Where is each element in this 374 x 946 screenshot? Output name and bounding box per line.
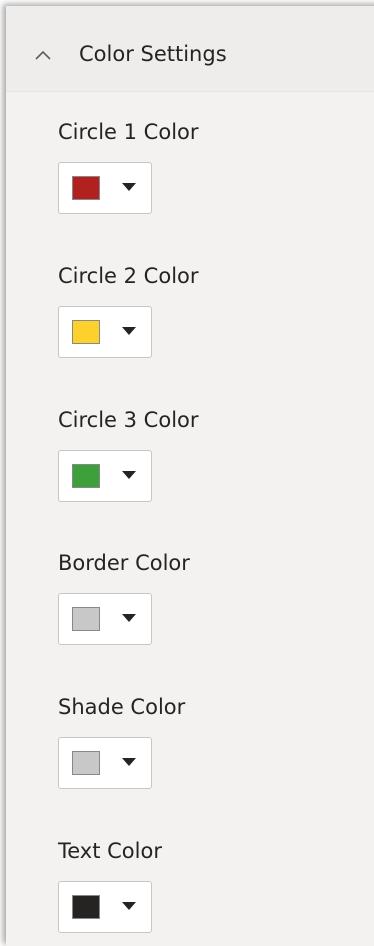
caret-down-icon — [122, 614, 136, 622]
format-pane: Color Settings Circle 1 Color Circle 2 C… — [6, 6, 374, 946]
setting-text-color: Text Color — [58, 837, 162, 933]
border-color-picker[interactable] — [58, 593, 152, 645]
color-swatch — [72, 751, 100, 775]
setting-circle-1-color: Circle 1 Color — [58, 118, 199, 214]
caret-down-icon — [122, 183, 136, 191]
caret-down-icon — [122, 327, 136, 335]
setting-label: Text Color — [58, 839, 162, 863]
circle-1-color-picker[interactable] — [58, 162, 152, 214]
section-title: Color Settings — [79, 42, 227, 66]
circle-2-color-picker[interactable] — [58, 306, 152, 358]
color-swatch — [72, 607, 100, 631]
setting-label: Circle 2 Color — [58, 264, 199, 288]
setting-label: Border Color — [58, 551, 190, 575]
color-swatch — [72, 176, 100, 200]
caret-down-icon — [122, 758, 136, 766]
setting-circle-2-color: Circle 2 Color — [58, 262, 199, 358]
setting-circle-3-color: Circle 3 Color — [58, 406, 199, 502]
setting-label: Circle 3 Color — [58, 408, 199, 432]
shade-color-picker[interactable] — [58, 737, 152, 789]
color-swatch — [72, 320, 100, 344]
chevron-up-icon — [35, 50, 51, 60]
setting-border-color: Border Color — [58, 549, 190, 645]
color-settings-header[interactable]: Color Settings — [6, 6, 374, 92]
caret-down-icon — [122, 902, 136, 910]
color-swatch — [72, 464, 100, 488]
text-color-picker[interactable] — [58, 881, 152, 933]
caret-down-icon — [122, 471, 136, 479]
circle-3-color-picker[interactable] — [58, 450, 152, 502]
setting-shade-color: Shade Color — [58, 693, 186, 789]
setting-label: Circle 1 Color — [58, 120, 199, 144]
setting-label: Shade Color — [58, 695, 186, 719]
color-swatch — [72, 895, 100, 919]
